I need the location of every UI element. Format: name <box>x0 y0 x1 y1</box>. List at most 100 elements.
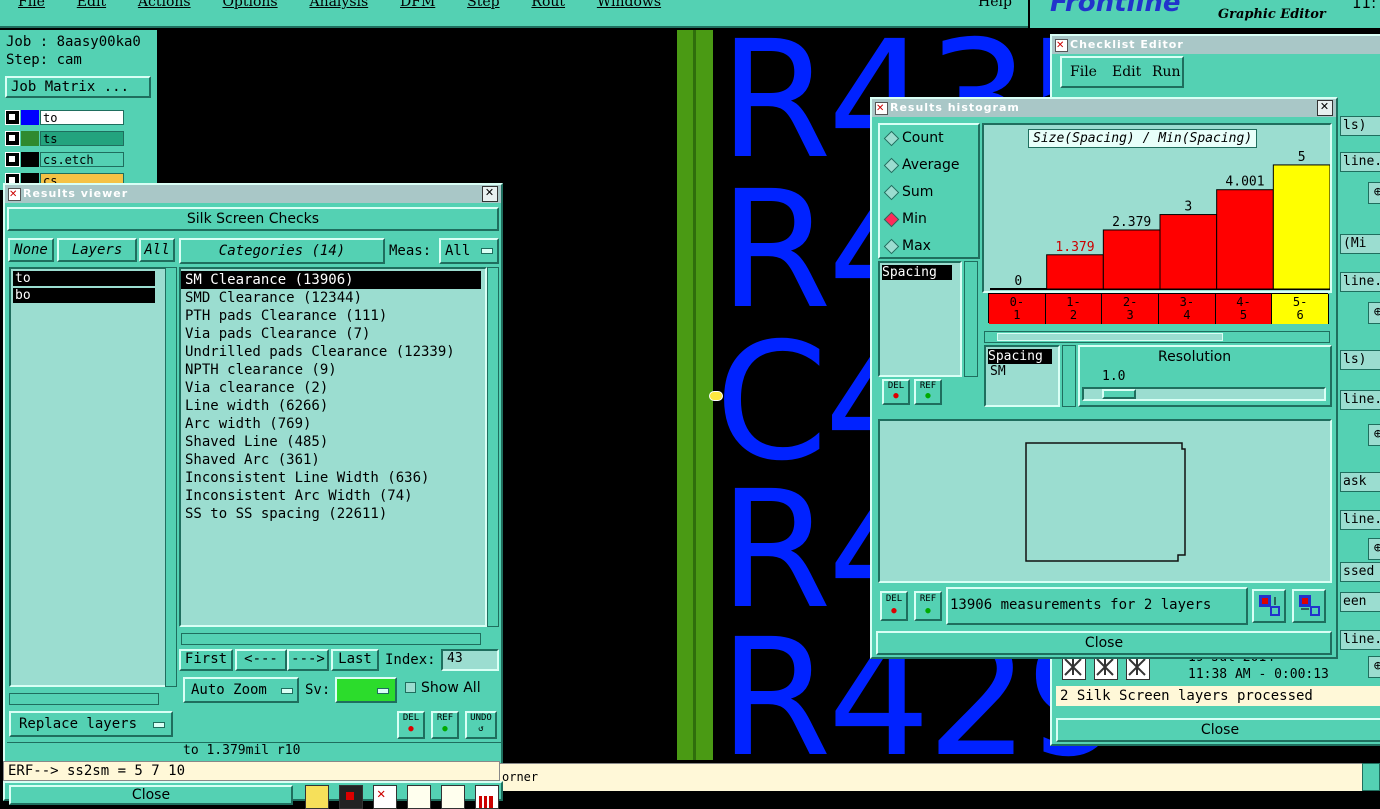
menu-file[interactable]: File <box>18 0 45 10</box>
viewer-layer-item-1[interactable]: to <box>13 271 155 286</box>
zoom-icon[interactable]: ⊕ <box>1368 182 1380 204</box>
histogram-close-button[interactable]: Close <box>876 631 1332 655</box>
histogram-icon[interactable] <box>475 785 499 809</box>
viewer-layer-list[interactable]: to bo <box>9 267 167 687</box>
category-item[interactable]: SS to SS spacing (22611) <box>181 505 481 523</box>
counter-icon[interactable] <box>407 785 431 809</box>
auto-zoom-dropdown[interactable]: Auto Zoom <box>183 677 299 703</box>
bin-label[interactable]: 5- 6 <box>1272 294 1329 324</box>
hist-del-button[interactable]: DEL ● <box>880 591 908 621</box>
mode-radio-max[interactable]: Max <box>880 233 978 260</box>
layer-row[interactable]: to <box>5 108 125 127</box>
category-item[interactable]: Undrilled pads Clearance (12339) <box>181 343 481 361</box>
viewer-layer-item-2[interactable]: bo <box>13 288 155 303</box>
histogram-bar[interactable] <box>1272 164 1330 290</box>
checklist-menu-file[interactable]: File <box>1070 64 1097 80</box>
checklist-row-fragment[interactable]: ask <box>1340 472 1380 492</box>
export-icon[interactable] <box>1252 589 1286 623</box>
resolution-slider[interactable] <box>1082 387 1326 401</box>
mode-radio-min[interactable]: Min <box>880 206 978 233</box>
checklist-row-fragment[interactable]: line... <box>1340 390 1380 410</box>
category-item[interactable]: Shaved Arc (361) <box>181 451 481 469</box>
select-all-button[interactable]: All <box>139 238 175 262</box>
category-list[interactable]: SM Clearance (13906) SMD Clearance (12344… <box>179 267 487 627</box>
mode-radio-count[interactable]: Count <box>880 125 978 152</box>
category-vscroll[interactable] <box>487 267 499 627</box>
run-selected-icon[interactable] <box>1126 656 1150 680</box>
category-item[interactable]: Inconsistent Line Width (636) <box>181 469 481 487</box>
bin-label[interactable]: 4- 5 <box>1215 294 1273 324</box>
menu-options[interactable]: Options <box>222 0 277 10</box>
mode-radio-average[interactable]: Average <box>880 152 978 179</box>
layer-color-swatch[interactable] <box>21 152 39 167</box>
hist-ref-top-button[interactable]: REF ● <box>914 379 942 405</box>
histogram-titlebar[interactable]: Results histogram ✕ <box>872 99 1336 118</box>
histogram-bar[interactable] <box>1159 214 1218 290</box>
viewer-undo-button[interactable]: UNDO ↺ <box>465 711 497 739</box>
next-button[interactable]: ---> <box>287 649 329 671</box>
window-menu-icon[interactable] <box>1055 37 1068 55</box>
window-menu-icon[interactable] <box>8 186 21 204</box>
measure-list-item[interactable]: Spacing <box>882 265 952 280</box>
layer-checkbox[interactable] <box>5 110 20 125</box>
category-item[interactable]: NPTH clearance (9) <box>181 361 481 379</box>
checklist-menu-edit[interactable]: Edit <box>1112 64 1141 80</box>
menu-step[interactable]: Step <box>467 0 499 10</box>
category-item[interactable]: Arc width (769) <box>181 415 481 433</box>
layer-name[interactable]: ts <box>40 131 124 146</box>
layer-color-swatch[interactable] <box>21 131 39 146</box>
category-item[interactable]: Line width (6266) <box>181 397 481 415</box>
layer-name[interactable]: cs.etch <box>40 152 124 167</box>
checklist-row-fragment[interactable]: line... <box>1340 510 1380 530</box>
histogram-bar[interactable] <box>1102 229 1161 290</box>
histogram-bar[interactable] <box>1216 189 1274 290</box>
checklist-row-fragment[interactable]: ls) <box>1340 116 1380 136</box>
layer-measure-item-1[interactable]: Spacing <box>988 349 1052 364</box>
checklist-row-fragment[interactable]: (Mi <box>1340 234 1380 254</box>
menu-windows[interactable]: Windows <box>597 0 661 10</box>
severity-dropdown[interactable] <box>335 677 397 703</box>
layer-measure-list[interactable]: Spacing SM <box>984 345 1060 407</box>
menu-dfm[interactable]: DFM <box>400 0 435 10</box>
bin-label[interactable]: 1- 2 <box>1045 294 1103 324</box>
checklist-row-fragment[interactable]: line... <box>1340 630 1380 650</box>
menu-edit[interactable]: Edit <box>77 0 106 10</box>
checklist-close-button[interactable]: Close <box>1056 718 1380 742</box>
measure-list-scrollbar[interactable] <box>964 261 978 377</box>
viewer-titlebar[interactable]: Results viewer ✕ <box>5 185 501 204</box>
bin-label[interactable]: 3- 4 <box>1159 294 1216 324</box>
import-icon[interactable] <box>1292 589 1326 623</box>
category-item[interactable]: SMD Clearance (12344) <box>181 289 481 307</box>
category-item[interactable]: Via clearance (2) <box>181 379 481 397</box>
layer-measure-item-2[interactable]: SM <box>990 364 1054 379</box>
run-all-icon[interactable] <box>1094 656 1118 680</box>
resolution-slider-thumb[interactable] <box>1102 389 1136 399</box>
category-item[interactable]: SM Clearance (13906) <box>181 271 481 289</box>
category-hscroll[interactable] <box>181 633 481 645</box>
histogram-close-icon[interactable]: ✕ <box>1317 100 1333 116</box>
checklist-row-fragment[interactable]: line... <box>1340 272 1380 292</box>
layer-row[interactable]: ts <box>5 129 125 148</box>
menu-rout[interactable]: Rout <box>531 0 565 10</box>
viewer-layer-vscroll[interactable] <box>165 267 177 687</box>
category-item[interactable]: Inconsistent Arc Width (74) <box>181 487 481 505</box>
layer-color-swatch[interactable] <box>21 110 39 125</box>
bin-hscroll-thumb[interactable] <box>997 333 1223 341</box>
viewer-ref-button[interactable]: REF ● <box>431 711 459 739</box>
down-arrow-icon[interactable] <box>305 785 329 809</box>
meas-dropdown[interactable]: All <box>439 238 499 264</box>
report-icon[interactable] <box>441 785 465 809</box>
bin-label[interactable]: 0- 1 <box>989 294 1046 324</box>
category-item[interactable]: Shaved Line (485) <box>181 433 481 451</box>
stop-icon[interactable] <box>339 785 363 809</box>
layer-measure-scrollbar[interactable] <box>1062 345 1076 407</box>
bin-labels[interactable]: 0- 1 1- 2 2- 3 3- 4 4- 5 5- 6 <box>988 293 1329 324</box>
prev-button[interactable]: <--- <box>235 649 287 671</box>
menu-analysis[interactable]: Analysis <box>309 0 368 10</box>
select-none-button[interactable]: None <box>8 238 54 262</box>
erf-icon[interactable]: ✕ <box>373 785 397 809</box>
bin-hscrollbar[interactable] <box>984 331 1330 343</box>
zoom-icon[interactable]: ⊕ <box>1368 538 1380 560</box>
category-item[interactable]: PTH pads Clearance (111) <box>181 307 481 325</box>
window-menu-icon[interactable] <box>875 100 888 118</box>
